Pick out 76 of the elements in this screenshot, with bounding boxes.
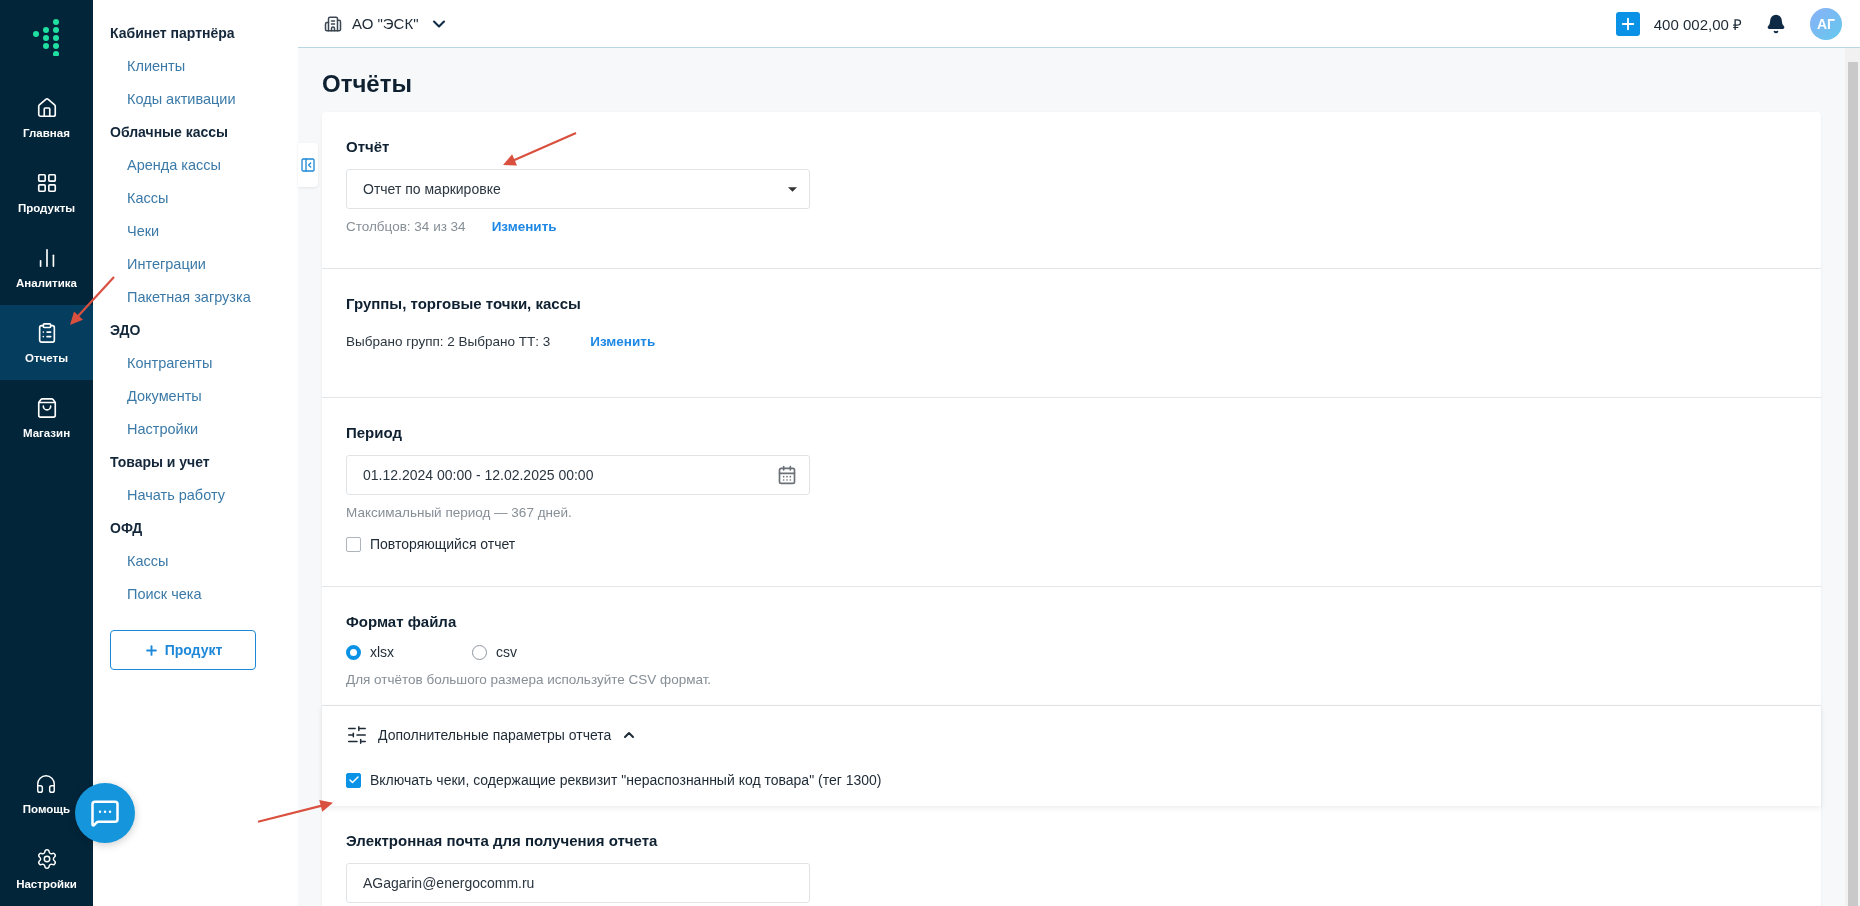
nav-label: Помощь: [22, 802, 71, 815]
section-heading: Группы, торговые точки, кассы: [346, 295, 581, 312]
collapse-icon: [300, 157, 316, 173]
nav-label: Аналитика: [16, 276, 77, 289]
checkbox[interactable]: [346, 772, 361, 788]
checkbox-label: Включать чеки, содержащие реквизит "нераспознанный код товара" (тег 1300): [370, 772, 882, 788]
period-hint: Максимальный период — 367 дней.: [346, 505, 572, 520]
sidebar-item[interactable]: Коды активации: [117, 82, 298, 115]
sidebar-heading: Кабинет партнёра: [110, 23, 236, 43]
nav-rail-item[interactable]: Аналитика: [0, 230, 93, 305]
balance: 400 002,00 ₽: [1653, 14, 1742, 34]
nav-rail-item[interactable]: Продукты: [0, 155, 93, 230]
nav-icon: [35, 396, 58, 419]
advanced-parameters-toggle[interactable]: Дополнительные параметры отчета: [346, 724, 638, 746]
nav-rail-item[interactable]: Отчеты: [0, 305, 93, 380]
nav-icon: [35, 171, 58, 194]
section-heading: Период: [346, 424, 402, 441]
nav-icon: [35, 96, 58, 119]
nav-rail-item[interactable]: Магазин: [0, 380, 93, 455]
section-heading: Электронная почта для получения отчета: [346, 832, 658, 849]
sidebar-item[interactable]: Аренда кассы: [117, 148, 298, 181]
sidebar-item[interactable]: Начать работу: [117, 478, 298, 511]
change-link[interactable]: Изменить: [590, 334, 656, 349]
page-title: Отчёты: [322, 70, 413, 98]
logo-icon: [31, 18, 62, 56]
checkbox-label: Повторяющийся отчет: [370, 536, 516, 552]
add-product-button[interactable]: Продукт: [110, 630, 256, 670]
sidebar-item[interactable]: Чеки: [117, 214, 298, 247]
email-field[interactable]: AGagarin@energocomm.ru: [346, 863, 810, 903]
report-select[interactable]: Отчет по маркировке: [346, 169, 810, 209]
headset-icon: [35, 772, 58, 795]
nav-label: Магазин: [22, 426, 71, 439]
nav-rail-item[interactable]: Помощь: [18, 756, 75, 831]
nav-label: Отчеты: [25, 351, 68, 364]
sidebar-item[interactable]: Контрагенты: [117, 346, 298, 379]
sidebar-item[interactable]: Поиск чека: [117, 577, 298, 610]
sidebar-item[interactable]: Клиенты: [117, 49, 298, 82]
nav-label: Главная: [23, 126, 70, 139]
sidebar-heading: ЭДО: [110, 320, 142, 340]
sidebar-item[interactable]: Кассы: [117, 544, 298, 577]
radio-button[interactable]: [472, 644, 487, 660]
sidebar-item[interactable]: Пакетная загрузка: [117, 280, 298, 313]
sidebar-item[interactable]: Кассы: [117, 181, 298, 214]
settings-icon: [35, 847, 58, 870]
plus-icon: [143, 642, 159, 658]
sidebar-item[interactable]: Настройки: [117, 412, 298, 445]
sidebar-item[interactable]: Интеграции: [117, 247, 298, 280]
selection-summary: Выбрано групп: 2 Выбрано ТТ: 3: [346, 334, 551, 349]
top-up-button[interactable]: [1615, 11, 1640, 36]
organization-selector[interactable]: АО "ЭСК": [324, 13, 449, 34]
section-heading: Формат файла: [346, 613, 457, 630]
change-link[interactable]: Изменить: [491, 219, 557, 234]
sidebar-heading: Облачные кассы: [110, 122, 230, 142]
sidebar-heading: Товары и учет: [110, 452, 211, 472]
collapse-sidebar-button[interactable]: [298, 143, 318, 187]
checkbox[interactable]: [346, 536, 361, 552]
radio-button[interactable]: [346, 644, 361, 660]
scrollbar[interactable]: [1845, 48, 1860, 906]
nav-rail-item[interactable]: Настройки: [12, 831, 81, 906]
sidebar-item[interactable]: Документы: [117, 379, 298, 412]
columns-info: Столбцов: 34 из 34: [346, 219, 466, 234]
sidebar-heading: ОФД: [110, 518, 144, 538]
nav-label: Настройки: [16, 877, 77, 890]
period-field[interactable]: 01.12.2024 00:00 - 12.02.2025 00:00: [346, 455, 810, 495]
calendar-icon: [777, 465, 797, 485]
radio-label: csv: [496, 644, 517, 660]
nav-rail-item[interactable]: Главная: [0, 80, 93, 155]
format-hint: Для отчётов большого размера используйте CSV формат.: [346, 672, 712, 687]
building-icon: [324, 14, 342, 33]
section-heading: Отчёт: [346, 138, 390, 155]
sliders-icon: [346, 724, 368, 746]
radio-label: xlsx: [370, 644, 395, 660]
nav-label: Продукты: [17, 201, 76, 214]
chat-icon: [90, 798, 120, 828]
caret-icon: [788, 186, 797, 192]
notification-bell-icon[interactable]: [1766, 13, 1786, 34]
